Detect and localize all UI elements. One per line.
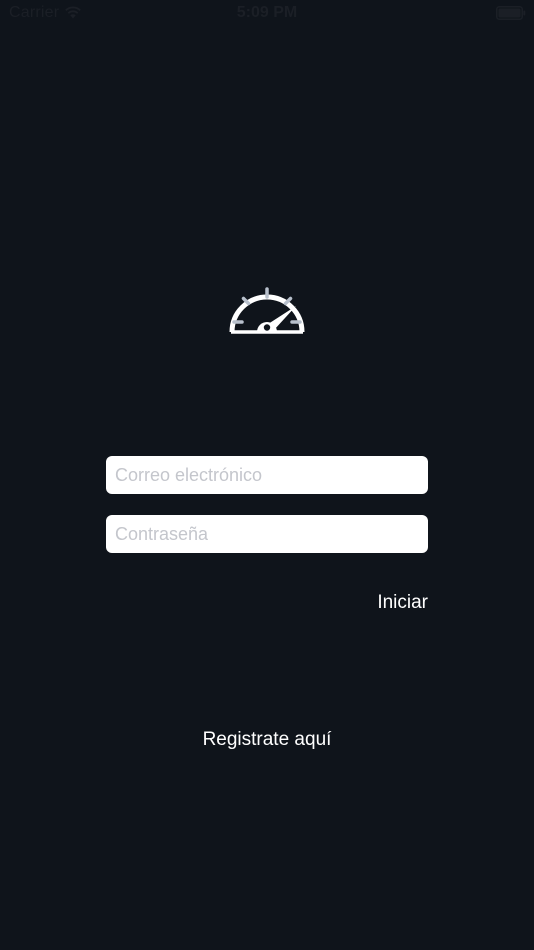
status-bar: Carrier 5:09 PM [0, 0, 534, 28]
battery-icon [496, 6, 526, 20]
password-field[interactable] [106, 515, 428, 553]
speedometer-icon [229, 287, 305, 334]
register-button[interactable]: Registrate aquí [0, 729, 534, 751]
status-time: 5:09 PM [236, 4, 298, 21]
email-field[interactable] [106, 456, 428, 494]
login-button[interactable]: Iniciar [377, 592, 428, 614]
login-screen: Carrier 5:09 PM Iniciar Registrate aquí [0, 0, 534, 950]
